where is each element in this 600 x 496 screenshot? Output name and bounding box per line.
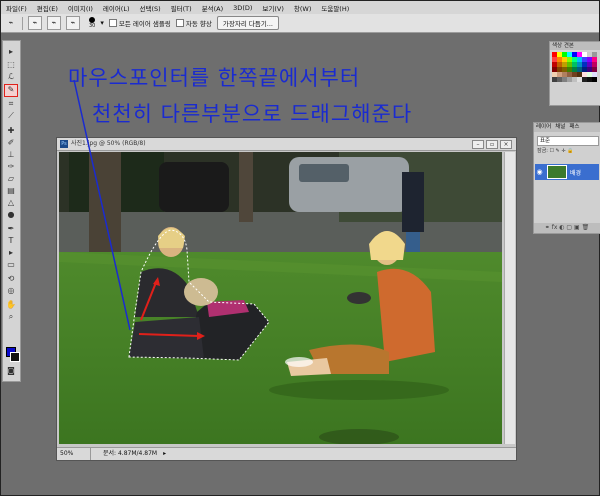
lock-row: 잠금: ☐ ✎ ✛ 🔒	[537, 147, 595, 155]
photo-illustration	[59, 152, 502, 444]
vertical-scrollbar[interactable]	[504, 152, 515, 444]
swatches-tab[interactable]: 색상 견본	[550, 42, 600, 50]
quick-selection-tool-icon[interactable]: ✎	[4, 84, 18, 97]
layer-row-background[interactable]: ◉ 배경	[535, 164, 599, 180]
options-bar: ⌁ ⌁ ⌁ ⌁ 30 ▾ 모든 레이어 샘플링 자동 향상 가장자리 다듬기..…	[1, 14, 599, 33]
lock-icons[interactable]: ☐ ✎ ✛ 🔒	[549, 148, 573, 154]
menu-file[interactable]: 파일(F)	[1, 3, 32, 13]
menu-edit[interactable]: 편집(E)	[32, 3, 63, 13]
layer-name: 배경	[570, 169, 582, 177]
annotation-line-1: 마우스포인터를 한쪽끝에서부터	[68, 66, 361, 90]
menu-bar: 파일(F) 편집(E) 이미지(I) 레이어(L) 선택(S) 필터(T) 분석…	[1, 1, 599, 15]
layer-thumbnail	[547, 165, 567, 179]
brush-dropdown-icon[interactable]: ▾	[100, 19, 104, 27]
layers-footer-icons[interactable]: ⚭ fx ◐ ▢ ▣ 🗑	[534, 223, 600, 233]
swatch-grid	[552, 52, 597, 82]
history-brush-tool-icon[interactable]: ✑	[5, 162, 17, 171]
checkbox-box	[108, 19, 117, 27]
lock-label: 잠금:	[537, 148, 548, 154]
annotation-line-2: 천천히 다른부분으로 드래그해준다	[92, 102, 413, 126]
document-title-bar[interactable]: Ps 사진1.jpg @ 50% (RGB/8) – ▫ ×	[57, 138, 516, 151]
document-title: 사진1.jpg @ 50% (RGB/8)	[71, 140, 146, 147]
separator	[22, 16, 23, 30]
blur-tool-icon[interactable]: △	[5, 198, 17, 207]
subtract-from-selection-icon[interactable]: ⌁	[66, 16, 80, 30]
marquee-tool-icon[interactable]: ⬚	[5, 60, 17, 69]
status-menu-arrow-icon[interactable]: ▸	[163, 448, 166, 460]
photoshop-doc-icon: Ps	[60, 139, 68, 148]
3d-orbit-tool-icon[interactable]: ◎	[5, 286, 17, 295]
menu-layer[interactable]: 레이어(L)	[98, 3, 135, 13]
3d-rotate-tool-icon[interactable]: ⟲	[5, 274, 17, 283]
pen-tool-icon[interactable]: ✒	[5, 224, 17, 233]
toolbox: ▸ ⬚ ℒ ✎ ⌗ ⟋ ✚ ✐ ⊥ ✑ ▱ ▤ △ ● ✒ T ▸ ▭ ⟲ ◎ …	[2, 40, 21, 382]
add-to-selection-icon[interactable]: ⌁	[47, 16, 61, 30]
quick-mask-icon[interactable]: ◙	[5, 366, 17, 375]
tab-paths[interactable]: 패스	[567, 123, 581, 132]
menu-filter[interactable]: 필터(T)	[166, 3, 197, 13]
color-swatch[interactable]	[592, 77, 597, 82]
document-info: 문서: 4.87M/4.87M	[103, 450, 158, 457]
minimize-icon[interactable]: –	[472, 140, 484, 149]
close-icon[interactable]: ×	[500, 140, 512, 149]
window-buttons: – ▫ ×	[472, 140, 512, 149]
swatches-panel: 색상 견본	[549, 41, 600, 106]
type-tool-icon[interactable]: T	[5, 236, 17, 245]
tab-layers[interactable]: 레이어	[534, 123, 553, 132]
lasso-tool-icon[interactable]: ℒ	[5, 72, 17, 81]
zoom-tool-icon[interactable]: ⌕	[5, 312, 17, 321]
move-tool-icon[interactable]: ▸	[5, 47, 17, 56]
canvas-photo[interactable]	[59, 152, 502, 444]
menu-view[interactable]: 보기(V)	[257, 3, 288, 13]
menu-window[interactable]: 창(W)	[289, 3, 316, 13]
brush-tool-icon[interactable]: ✐	[5, 138, 17, 147]
tab-channels[interactable]: 채널	[553, 123, 567, 132]
blend-mode-select[interactable]: 표준	[537, 136, 599, 146]
brush-size: 30	[89, 23, 96, 29]
crop-tool-icon[interactable]: ⌗	[5, 99, 17, 108]
sample-all-layers-checkbox[interactable]: 모든 레이어 샘플링	[108, 18, 171, 28]
menu-image[interactable]: 이미지(I)	[63, 3, 98, 13]
maximize-icon[interactable]: ▫	[486, 140, 498, 149]
eyedropper-tool-icon[interactable]: ⟋	[5, 111, 17, 120]
checkbox-box	[175, 19, 184, 27]
path-selection-tool-icon[interactable]: ▸	[5, 248, 17, 257]
layers-panel-tabs: 레이어 채널 패스	[534, 123, 600, 132]
layers-panel: 레이어 채널 패스 표준 잠금: ☐ ✎ ✛ 🔒 ◉ 배경 ⚭ fx ◐ ▢ ▣…	[533, 122, 600, 234]
document-window: Ps 사진1.jpg @ 50% (RGB/8) – ▫ × 50% 문서: 4…	[56, 137, 517, 461]
dodge-tool-icon[interactable]: ●	[5, 210, 17, 219]
menu-select[interactable]: 선택(S)	[135, 3, 166, 13]
menu-analysis[interactable]: 분석(A)	[197, 3, 228, 13]
visibility-eye-icon[interactable]: ◉	[535, 168, 544, 176]
healing-brush-tool-icon[interactable]: ✚	[5, 126, 17, 135]
menu-3d[interactable]: 3D(D)	[228, 4, 257, 12]
eraser-tool-icon[interactable]: ▱	[5, 174, 17, 183]
sample-all-layers-label: 모든 레이어 샘플링	[118, 20, 171, 28]
quick-selection-tool-preset-icon[interactable]: ⌁	[5, 17, 17, 29]
status-bar: 50% 문서: 4.87M/4.87M ▸	[57, 447, 516, 460]
auto-enhance-label: 자동 향상	[185, 20, 212, 28]
refine-edge-button[interactable]: 가장자리 다듬기...	[216, 16, 279, 30]
zoom-level[interactable]: 50%	[57, 448, 91, 460]
gradient-tool-icon[interactable]: ▤	[5, 186, 17, 195]
menu-help[interactable]: 도움말(H)	[316, 3, 354, 13]
new-selection-icon[interactable]: ⌁	[28, 16, 42, 30]
background-color-swatch[interactable]	[10, 352, 20, 362]
auto-enhance-checkbox[interactable]: 자동 향상	[175, 18, 212, 28]
clone-stamp-tool-icon[interactable]: ⊥	[5, 150, 17, 159]
brush-picker[interactable]: 30	[89, 17, 95, 29]
hand-tool-icon[interactable]: ✋	[5, 300, 17, 309]
shape-tool-icon[interactable]: ▭	[5, 260, 17, 269]
